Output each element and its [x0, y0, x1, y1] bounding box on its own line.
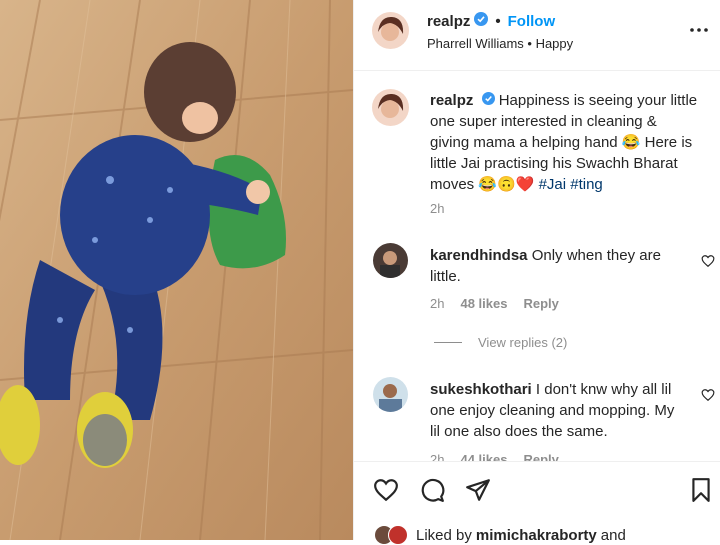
comment-reply-button[interactable]: Reply [523, 296, 558, 311]
comment-likes[interactable]: 48 likes [460, 296, 507, 311]
comment-time: 2h [430, 452, 445, 461]
comment-meta: 2h 48 likes Reply [430, 296, 559, 311]
caption-text: realpz Happiness is seeing your little o… [430, 90, 700, 195]
comment-username[interactable]: sukeshkothari [430, 381, 532, 398]
verified-badge-icon [474, 12, 489, 30]
comment-avatar[interactable] [373, 243, 408, 278]
post-panel: realpz • Follow Pharrell Williams • Happ… [353, 0, 720, 545]
comment-time: 2h [430, 296, 445, 311]
comment-likes[interactable]: 44 likes [460, 452, 507, 461]
bookmark-icon[interactable] [688, 477, 714, 503]
comment-like-icon[interactable] [701, 388, 715, 402]
action-bar: Liked by mimichakraborty and [354, 461, 720, 545]
comment-avatar[interactable] [373, 377, 408, 412]
comment-like-icon[interactable] [701, 254, 715, 268]
comment-meta: 2h 44 likes Reply [430, 452, 559, 461]
view-replies-label[interactable]: View replies (2) [478, 335, 567, 350]
author-username[interactable]: realpz [427, 13, 470, 30]
author-line: realpz • Follow [427, 12, 555, 30]
post-media[interactable] [0, 0, 353, 540]
follow-button[interactable]: Follow [508, 13, 556, 30]
liked-by-user[interactable]: mimichakraborty [476, 527, 597, 544]
comment-icon[interactable] [419, 477, 445, 503]
comments-section[interactable]: realpz Happiness is seeing your little o… [354, 71, 720, 461]
more-options-icon[interactable] [689, 20, 709, 40]
audio-subtitle[interactable]: Pharrell Williams • Happy [427, 36, 573, 51]
comment-reply-button[interactable]: Reply [523, 452, 558, 461]
liked-by: Liked by mimichakraborty and [374, 525, 626, 545]
verified-badge-icon [481, 90, 495, 111]
post-header: realpz • Follow Pharrell Williams • Happ… [354, 0, 720, 71]
replies-divider [434, 342, 462, 343]
caption-avatar[interactable] [372, 89, 409, 126]
liked-by-suffix: and [600, 526, 626, 544]
comment-username[interactable]: karendhindsa [430, 247, 528, 264]
view-replies-button[interactable]: View replies (2) [434, 335, 567, 350]
heart-icon[interactable] [373, 477, 399, 503]
post-photo [0, 0, 353, 540]
comment-text: karendhindsa Only when they are little. [430, 245, 680, 287]
caption-username[interactable]: realpz [430, 92, 473, 109]
comment-text: sukeshkothari I don't knw why all lil on… [430, 379, 680, 442]
caption-time: 2h [430, 201, 445, 216]
separator-dot: • [495, 12, 501, 30]
share-icon[interactable] [465, 477, 491, 503]
author-avatar[interactable] [372, 12, 409, 49]
liked-by-prefix: Liked by [416, 526, 472, 544]
caption-hashtags[interactable]: #Jai #ting [539, 176, 603, 193]
liker-avatar[interactable] [388, 525, 408, 545]
